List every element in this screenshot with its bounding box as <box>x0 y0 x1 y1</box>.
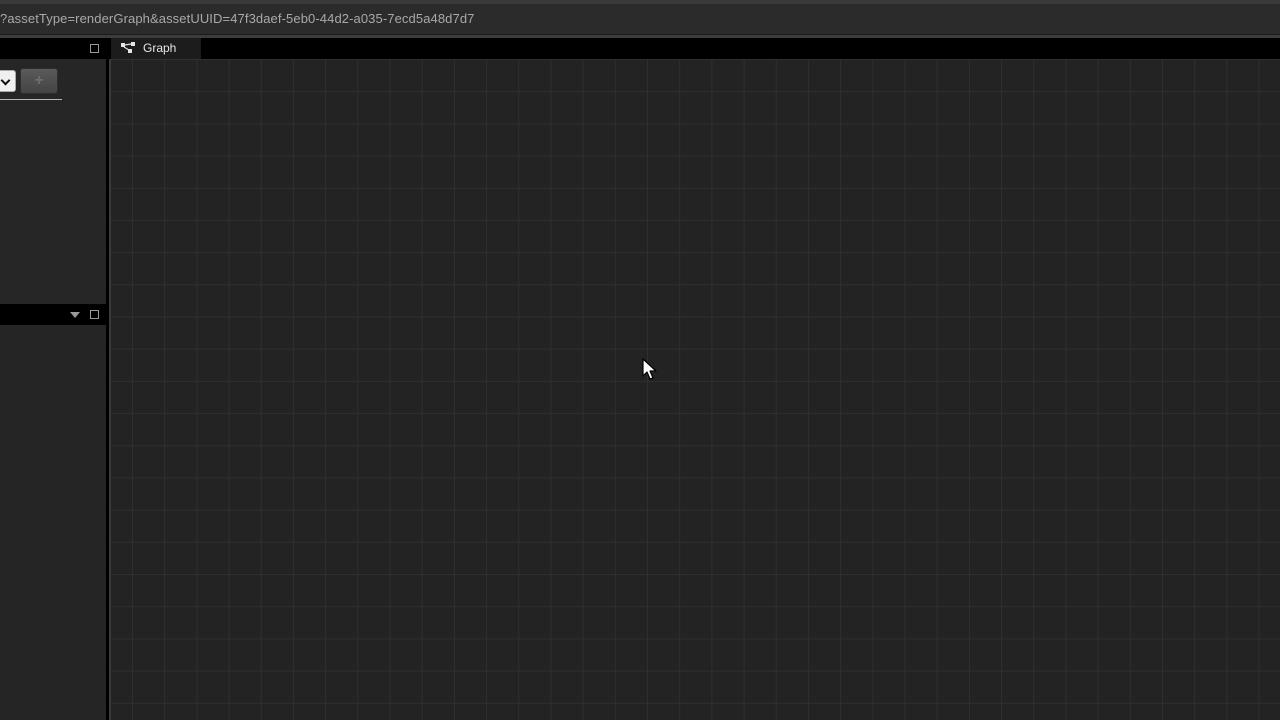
mouse-pointer-icon <box>642 358 657 380</box>
address-url-text[interactable]: ?assetType=renderGraph&assetUUID=47f3dae… <box>0 11 475 26</box>
maximize-icon[interactable] <box>90 44 99 53</box>
tab-graph-label: Graph <box>143 41 177 55</box>
panel-header-top <box>0 38 106 59</box>
panel-menu-dropdown-icon[interactable] <box>70 312 80 318</box>
address-bar[interactable]: ?assetType=renderGraph&assetUUID=47f3dae… <box>0 4 1280 35</box>
panel-body-bottom <box>0 325 106 720</box>
graph-canvas[interactable] <box>111 59 1280 720</box>
panel-body-top <box>0 59 106 304</box>
asset-select-dropdown[interactable] <box>0 70 16 92</box>
graph-node-icon <box>121 42 135 53</box>
panel-header-bottom <box>0 304 106 325</box>
maximize-icon[interactable] <box>90 310 99 319</box>
chevron-down-icon <box>0 75 11 86</box>
add-button[interactable]: + <box>20 68 58 94</box>
field-underline <box>0 99 62 100</box>
graph-tab-bar: Graph <box>111 38 1280 59</box>
tab-graph[interactable]: Graph <box>111 38 201 59</box>
